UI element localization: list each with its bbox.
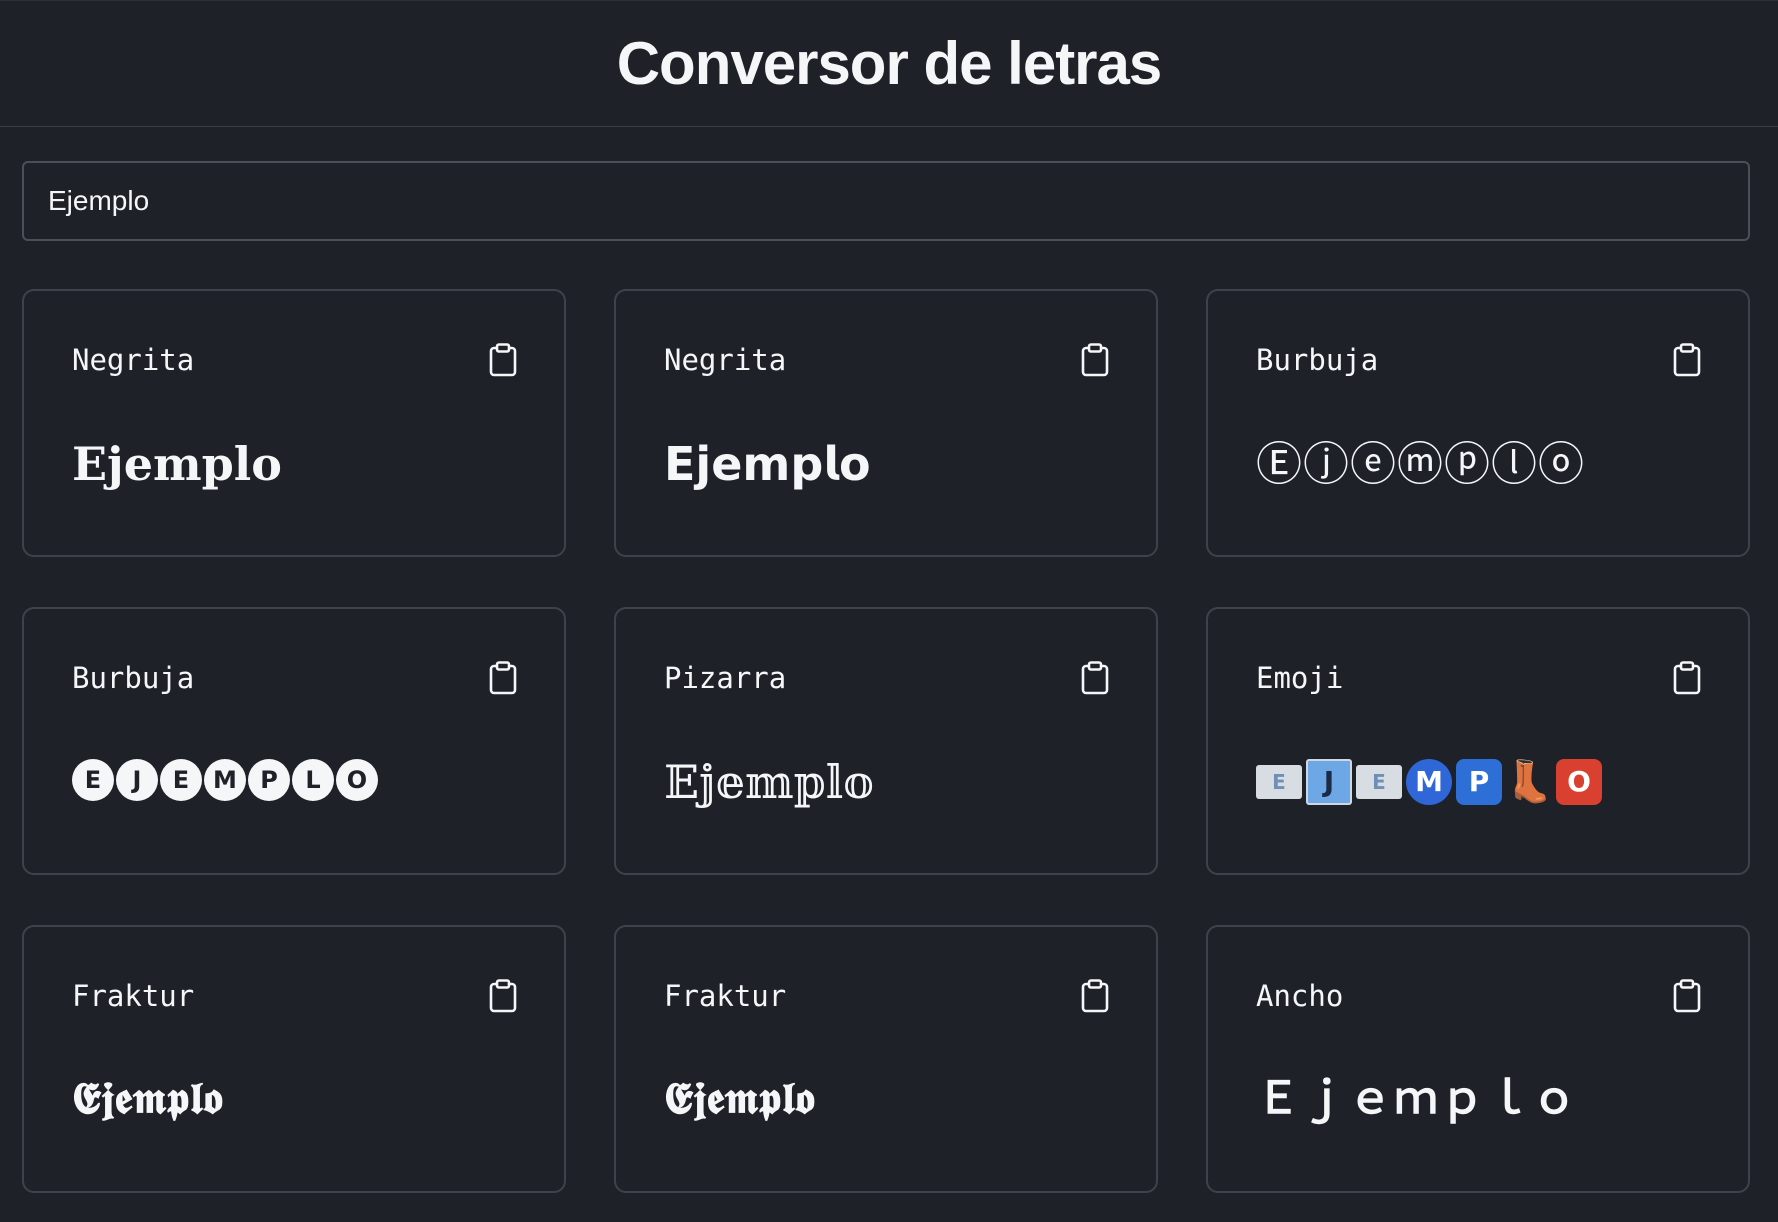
copy-button[interactable] xyxy=(1080,979,1110,1013)
font-card: Burbuja E J E M P L O xyxy=(22,607,566,875)
card-output: E J E M P 👢 O xyxy=(1256,759,1602,805)
copy-button[interactable] xyxy=(1672,343,1702,377)
card-output: E J E M P L O xyxy=(72,759,378,801)
card-label: Burbuja xyxy=(72,661,195,695)
card-output: 𝕰𝖏𝖊𝖒𝖕𝖑𝖔 xyxy=(72,1073,223,1124)
bubble-letter: E xyxy=(160,759,202,801)
clipboard-icon xyxy=(489,979,517,1013)
font-card: Negrita 𝐄𝐣𝐞𝐦𝐩𝐥𝐨 xyxy=(22,289,566,557)
clipboard-icon xyxy=(1673,979,1701,1013)
envelope-emoji: E xyxy=(1356,765,1402,799)
copy-button[interactable] xyxy=(1672,979,1702,1013)
text-input[interactable] xyxy=(22,161,1750,241)
card-output: 𝐄𝐣𝐞𝐦𝐩𝐥𝐨 xyxy=(72,437,282,491)
boot-emoji: 👢 xyxy=(1504,759,1554,805)
copy-button[interactable] xyxy=(1080,343,1110,377)
font-card-grid: Negrita 𝐄𝐣𝐞𝐦𝐩𝐥𝐨 Negrita 𝗘𝗷𝗲𝗺𝗽𝗹𝗼 Burbuja … xyxy=(22,289,1750,1193)
copy-button[interactable] xyxy=(1080,661,1110,695)
bubble-letter: J xyxy=(116,759,158,801)
clipboard-icon xyxy=(1081,979,1109,1013)
clipboard-icon xyxy=(1673,661,1701,695)
card-label: Negrita xyxy=(72,343,195,377)
card-label: Negrita xyxy=(664,343,787,377)
font-card: Emoji E J E M P 👢 O xyxy=(1206,607,1750,875)
copy-button[interactable] xyxy=(1672,661,1702,695)
card-label: Fraktur xyxy=(664,979,787,1013)
copy-button[interactable] xyxy=(488,979,518,1013)
bubble-letter: E xyxy=(72,759,114,801)
card-label: Burbuja xyxy=(1256,343,1379,377)
bubble-letter: L xyxy=(292,759,334,801)
card-label: Pizarra xyxy=(664,661,787,695)
card-output: Ⓔⓙⓔⓜⓟⓛⓞ xyxy=(1256,437,1585,491)
bubble-letter: M xyxy=(204,759,246,801)
page-title: Conversor de letras xyxy=(616,30,1163,97)
font-card: Negrita 𝗘𝗷𝗲𝗺𝗽𝗹𝗼 xyxy=(614,289,1158,557)
clipboard-icon xyxy=(1081,661,1109,695)
font-card: Fraktur 𝕰𝖏𝖊𝖒𝖕𝖑𝖔 xyxy=(614,925,1158,1193)
map-emoji: J xyxy=(1306,759,1352,805)
o-button-emoji: O xyxy=(1556,759,1602,805)
parking-emoji: P xyxy=(1456,759,1502,805)
metro-emoji: M xyxy=(1406,759,1452,805)
page-header: Conversor de letras xyxy=(0,0,1778,127)
clipboard-icon xyxy=(1673,343,1701,377)
card-output: 𝔼𝕛𝕖𝕞𝕡𝕝𝕠 xyxy=(664,755,874,809)
card-label: Fraktur xyxy=(72,979,195,1013)
card-output: Ｅｊｅｍｐｌｏ xyxy=(1256,1073,1578,1124)
card-output: 𝗘𝗷𝗲𝗺𝗽𝗹𝗼 xyxy=(664,437,871,491)
bubble-letter: P xyxy=(248,759,290,801)
copy-button[interactable] xyxy=(488,343,518,377)
clipboard-icon xyxy=(489,343,517,377)
font-card: Burbuja Ⓔⓙⓔⓜⓟⓛⓞ xyxy=(1206,289,1750,557)
clipboard-icon xyxy=(489,661,517,695)
copy-button[interactable] xyxy=(488,661,518,695)
card-label: Emoji xyxy=(1256,661,1344,695)
bubble-letter: O xyxy=(336,759,378,801)
font-card: Pizarra 𝔼𝕛𝕖𝕞𝕡𝕝𝕠 xyxy=(614,607,1158,875)
envelope-emoji: E xyxy=(1256,765,1302,799)
clipboard-icon xyxy=(1081,343,1109,377)
card-output: 𝕰𝖏𝖊𝖒𝖕𝖑𝖔 xyxy=(664,1073,815,1124)
card-label: Ancho xyxy=(1256,979,1344,1013)
font-card: Ancho Ｅｊｅｍｐｌｏ xyxy=(1206,925,1750,1193)
font-card: Fraktur 𝕰𝖏𝖊𝖒𝖕𝖑𝖔 xyxy=(22,925,566,1193)
